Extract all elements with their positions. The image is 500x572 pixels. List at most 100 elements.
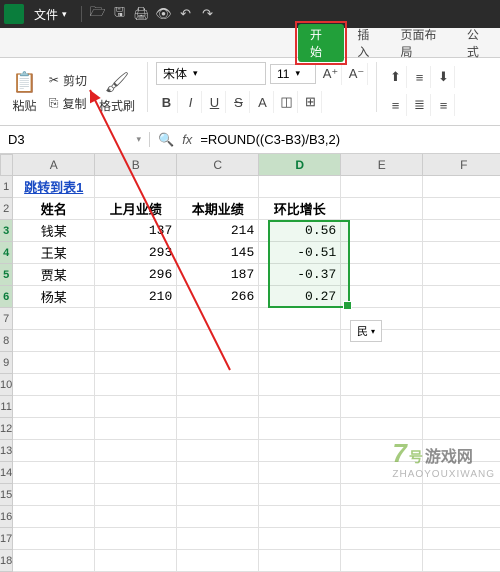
cell[interactable] xyxy=(177,330,259,352)
col-header[interactable]: A xyxy=(13,154,95,176)
row-header[interactable]: 5 xyxy=(0,264,13,286)
file-menu[interactable]: 文件 ▾ xyxy=(26,3,75,26)
cell[interactable] xyxy=(423,484,500,506)
cell[interactable] xyxy=(95,550,177,572)
cell[interactable] xyxy=(259,396,341,418)
row-header[interactable]: 15 xyxy=(0,484,13,506)
align-top-button[interactable]: ⬆ xyxy=(385,66,407,88)
cell[interactable] xyxy=(259,330,341,352)
cell[interactable] xyxy=(423,176,500,198)
cell[interactable] xyxy=(259,528,341,550)
cell[interactable] xyxy=(95,440,177,462)
paste-button[interactable]: 📋 粘贴 xyxy=(8,68,41,116)
cell[interactable] xyxy=(341,242,423,264)
cell[interactable] xyxy=(423,330,500,352)
cell[interactable] xyxy=(95,506,177,528)
cell[interactable] xyxy=(95,374,177,396)
cell[interactable] xyxy=(177,506,259,528)
cell[interactable] xyxy=(423,264,500,286)
row-header[interactable]: 14 xyxy=(0,462,13,484)
cell[interactable] xyxy=(341,396,423,418)
cell[interactable] xyxy=(95,418,177,440)
cell[interactable] xyxy=(259,484,341,506)
name-box[interactable]: D3 ▾ xyxy=(0,132,150,147)
cell[interactable] xyxy=(423,550,500,572)
cell[interactable]: 0.56 xyxy=(259,220,341,242)
cell[interactable] xyxy=(13,330,95,352)
cell[interactable] xyxy=(13,308,95,330)
cell[interactable]: 杨某 xyxy=(13,286,95,308)
cell[interactable] xyxy=(259,352,341,374)
row-header[interactable]: 6 xyxy=(0,286,13,308)
cell[interactable] xyxy=(259,374,341,396)
cell[interactable]: 296 xyxy=(95,264,177,286)
cell[interactable] xyxy=(13,462,95,484)
cell[interactable] xyxy=(423,418,500,440)
row-header[interactable]: 10 xyxy=(0,374,13,396)
row-header[interactable]: 1 xyxy=(0,176,13,198)
cell[interactable] xyxy=(423,352,500,374)
cell[interactable] xyxy=(341,220,423,242)
search-icon[interactable]: 🔍 xyxy=(158,132,174,148)
row-header[interactable]: 4 xyxy=(0,242,13,264)
cut-button[interactable]: ✂ 剪切 xyxy=(47,70,89,91)
row-header[interactable]: 13 xyxy=(0,440,13,462)
underline-button[interactable]: U xyxy=(204,91,226,113)
cell[interactable] xyxy=(95,484,177,506)
row-header[interactable]: 8 xyxy=(0,330,13,352)
cell[interactable] xyxy=(341,528,423,550)
cell[interactable] xyxy=(177,528,259,550)
cell[interactable] xyxy=(423,242,500,264)
cell[interactable] xyxy=(177,440,259,462)
format-painter-button[interactable]: 🖌 格式刷 xyxy=(95,68,139,116)
cell[interactable]: 210 xyxy=(95,286,177,308)
cell[interactable] xyxy=(341,198,423,220)
cell[interactable]: 214 xyxy=(177,220,259,242)
cell[interactable] xyxy=(13,528,95,550)
cell[interactable] xyxy=(95,396,177,418)
fill-color-button[interactable]: ◫ xyxy=(276,91,298,113)
cell[interactable] xyxy=(13,396,95,418)
tab-insert[interactable]: 插入 xyxy=(347,21,390,65)
cell[interactable]: 293 xyxy=(95,242,177,264)
col-header[interactable]: C xyxy=(177,154,259,176)
cell[interactable] xyxy=(13,352,95,374)
cell[interactable] xyxy=(259,550,341,572)
font-color-button[interactable]: A xyxy=(252,91,274,113)
cell[interactable] xyxy=(13,374,95,396)
row-header[interactable]: 7 xyxy=(0,308,13,330)
cell[interactable] xyxy=(341,418,423,440)
save-icon[interactable]: 🖫 xyxy=(110,4,130,24)
tab-layout[interactable]: 页面布局 xyxy=(391,21,457,65)
bold-button[interactable]: B xyxy=(156,91,178,113)
cell[interactable] xyxy=(95,462,177,484)
formula-input[interactable]: =ROUND((C3-B3)/B3,2) xyxy=(200,132,340,147)
cell[interactable] xyxy=(341,176,423,198)
cell[interactable] xyxy=(95,308,177,330)
cell[interactable]: -0.51 xyxy=(259,242,341,264)
open-icon[interactable]: 🗁 xyxy=(88,4,108,24)
cell[interactable]: 钱某 xyxy=(13,220,95,242)
cell[interactable] xyxy=(177,176,259,198)
cell[interactable] xyxy=(13,484,95,506)
row-header[interactable]: 11 xyxy=(0,396,13,418)
fx-icon[interactable]: fx xyxy=(182,132,192,147)
col-header[interactable]: B xyxy=(95,154,177,176)
cell[interactable] xyxy=(341,286,423,308)
row-header[interactable]: 2 xyxy=(0,198,13,220)
cell[interactable] xyxy=(341,264,423,286)
cell[interactable] xyxy=(13,418,95,440)
cell[interactable]: 本期业绩 xyxy=(177,198,259,220)
strike-button[interactable]: S xyxy=(228,91,250,113)
cell[interactable] xyxy=(177,550,259,572)
cell[interactable] xyxy=(423,396,500,418)
cell[interactable] xyxy=(177,396,259,418)
font-name-select[interactable]: 宋体 ▾ xyxy=(156,62,266,85)
cell[interactable] xyxy=(259,506,341,528)
tab-formula[interactable]: 公式 xyxy=(457,21,500,65)
align-left-button[interactable]: ≡ xyxy=(385,94,407,116)
cell[interactable]: 王某 xyxy=(13,242,95,264)
cell[interactable]: 环比增长 xyxy=(259,198,341,220)
cell[interactable] xyxy=(95,330,177,352)
cell[interactable] xyxy=(341,484,423,506)
